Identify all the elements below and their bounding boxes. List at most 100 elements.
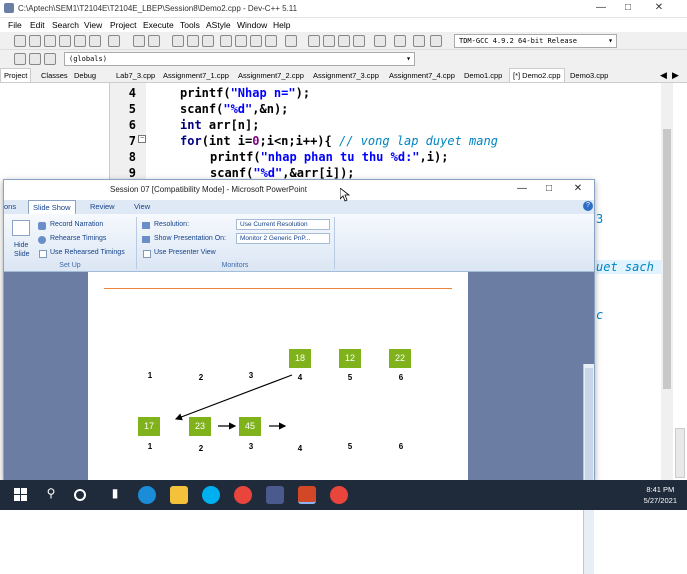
tab-review[interactable]: Review	[90, 202, 115, 211]
menu-tools[interactable]: Tools	[180, 20, 200, 30]
close-file-icon[interactable]	[74, 35, 86, 47]
save-all-icon[interactable]	[59, 35, 71, 47]
tab-slide-show[interactable]: Slide Show	[28, 200, 76, 214]
menu-astyle[interactable]: AStyle	[206, 20, 231, 30]
presenter-view-checkbox[interactable]	[143, 250, 151, 258]
menu-file[interactable]: File	[8, 20, 22, 30]
menu-window[interactable]: Window	[237, 20, 267, 30]
bookmark-icon[interactable]	[285, 35, 297, 47]
tab-file[interactable]: Assignment7_2.cpp	[238, 71, 304, 80]
array-index: 3	[248, 442, 254, 451]
slide-vertical-scrollbar[interactable]	[583, 364, 594, 574]
close-icon[interactable]: ✕	[648, 2, 670, 13]
toggle-bookmark-icon[interactable]	[44, 53, 56, 65]
save-icon[interactable]	[44, 35, 56, 47]
check-syntax-icon[interactable]	[374, 35, 386, 47]
replace-icon[interactable]	[187, 35, 199, 47]
menu-project[interactable]: Project	[110, 20, 136, 30]
menu-help[interactable]: Help	[273, 20, 290, 30]
show-presentation-on-select[interactable]: Monitor 2 Generic PnP...	[236, 233, 330, 244]
goto-line-icon[interactable]	[220, 35, 232, 47]
chrome-icon[interactable]	[330, 486, 348, 504]
undo-icon[interactable]	[133, 35, 145, 47]
scrollbar-thumb[interactable]	[663, 129, 671, 389]
tab-file[interactable]: Assignment7_4.cpp	[389, 71, 455, 80]
fold-toggle-icon[interactable]: −	[138, 135, 146, 143]
task-view-icon[interactable]: ▮	[106, 486, 124, 504]
tab-file[interactable]: Demo1.cpp	[464, 71, 502, 80]
help-icon[interactable]: ?	[583, 201, 593, 211]
tab-file[interactable]: Assignment7_1.cpp	[163, 71, 229, 80]
rehearse-timings-button[interactable]: Rehearse Timings	[50, 235, 106, 242]
hide-slide-label[interactable]: Slide	[14, 251, 30, 258]
redo-icon[interactable]	[148, 35, 160, 47]
scope-select-value: (globals)	[69, 55, 107, 63]
class-browser-icon[interactable]	[14, 53, 26, 65]
hide-slide-label[interactable]: Hide	[14, 242, 28, 249]
indent-icon[interactable]	[250, 35, 262, 47]
stop-execution-icon[interactable]	[394, 35, 406, 47]
chrome-icon[interactable]	[234, 486, 252, 504]
powerpoint-taskbar-icon[interactable]	[298, 486, 316, 504]
devcpp-taskbar-icon[interactable]	[266, 486, 284, 504]
compile-icon[interactable]	[308, 35, 320, 47]
record-narration-button[interactable]: Record Narration	[50, 221, 103, 228]
menu-edit[interactable]: Edit	[30, 20, 45, 30]
code-token: arr[n];	[208, 118, 260, 132]
tab-file-active[interactable]: [*] Demo2.cpp	[509, 68, 565, 82]
compile-run-icon[interactable]	[338, 35, 350, 47]
close-all-icon[interactable]	[89, 35, 101, 47]
chevron-right-icon[interactable]: ▶	[672, 70, 679, 81]
rehearse-timings-icon	[38, 236, 46, 244]
resolution-select[interactable]: Use Current Resolution	[236, 219, 330, 230]
tab-classes[interactable]: Classes	[41, 71, 68, 80]
print-icon[interactable]	[108, 35, 120, 47]
maximize-icon[interactable]: □	[539, 183, 559, 194]
scope-select[interactable]: (globals) ▾	[64, 52, 415, 66]
tab-file[interactable]: Assignment7_3.cpp	[313, 71, 379, 80]
array-index: 5	[347, 442, 353, 451]
profile-icon[interactable]	[413, 35, 425, 47]
run-icon[interactable]	[323, 35, 335, 47]
powerpoint-titlebar: Session 07 [Compatibility Mode] - Micros…	[4, 180, 594, 200]
menu-view[interactable]: View	[84, 20, 102, 30]
tab-file[interactable]: Demo3.cpp	[570, 71, 608, 80]
new-file-icon[interactable]	[14, 35, 26, 47]
menu-execute[interactable]: Execute	[143, 20, 174, 30]
find-next-icon[interactable]	[202, 35, 214, 47]
scope-toolbar: (globals) ▾	[0, 50, 687, 68]
compiler-select[interactable]: TDM-GCC 4.9.2 64-bit Release ▾	[454, 34, 617, 48]
editor-vertical-scrollbar[interactable]	[661, 83, 673, 480]
unindent-icon[interactable]	[265, 35, 277, 47]
skype-icon[interactable]	[202, 486, 220, 504]
edge-browser-icon[interactable]	[138, 486, 156, 504]
scrollbar-thumb[interactable]	[585, 368, 593, 488]
rebuild-icon[interactable]	[353, 35, 365, 47]
find-icon[interactable]	[172, 35, 184, 47]
output-scrollbar[interactable]	[675, 428, 685, 478]
insert-icon[interactable]	[29, 53, 41, 65]
maximize-icon[interactable]: □	[617, 2, 639, 13]
chevron-left-icon[interactable]: ◀	[660, 70, 667, 81]
minimize-icon[interactable]: —	[590, 2, 612, 13]
file-explorer-icon[interactable]	[170, 486, 188, 504]
hide-slide-icon[interactable]	[12, 220, 30, 236]
slide-canvas[interactable]: 18 12 22 1 2 3 4 5 6 17 23 45 1 2 3 4 5 …	[88, 272, 468, 482]
project-icon[interactable]	[235, 35, 247, 47]
system-clock[interactable]: 8:41 PM 5/27/2021	[644, 484, 677, 506]
open-icon[interactable]	[29, 35, 41, 47]
windows-start-icon[interactable]	[12, 486, 30, 504]
use-rehearsed-timings-checkbox[interactable]	[39, 250, 47, 258]
debug-icon[interactable]	[430, 35, 442, 47]
tab-project[interactable]: Project	[0, 68, 32, 82]
menu-search[interactable]: Search	[52, 20, 79, 30]
array-value-box: 45	[239, 417, 261, 436]
tab-file[interactable]: Lab7_3.cpp	[116, 71, 155, 80]
tab-animations[interactable]: ons	[4, 202, 16, 211]
minimize-icon[interactable]: —	[512, 183, 532, 194]
tab-debug[interactable]: Debug	[74, 71, 96, 80]
tab-view[interactable]: View	[134, 202, 150, 211]
close-icon[interactable]: ✕	[568, 183, 588, 194]
cortana-icon[interactable]	[74, 489, 86, 501]
search-icon[interactable]: ⚲	[42, 486, 60, 504]
